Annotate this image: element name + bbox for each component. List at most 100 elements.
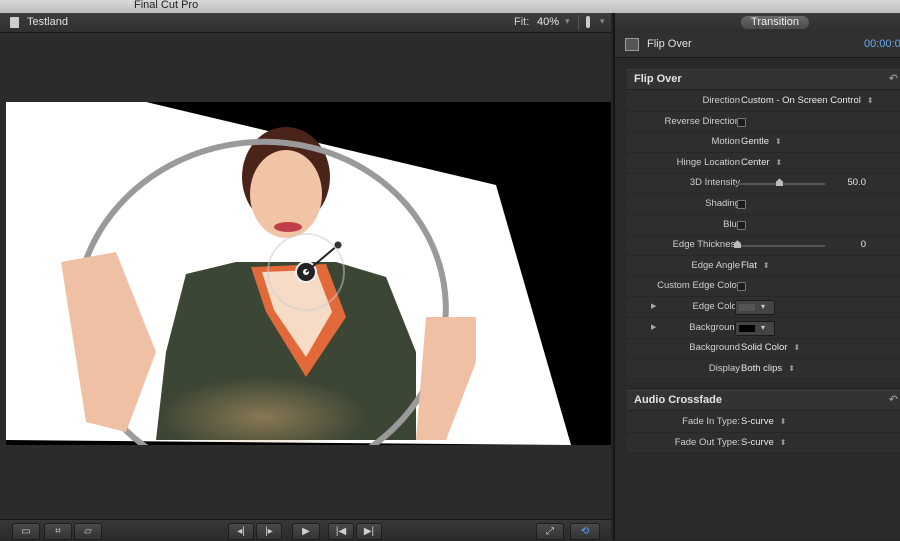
param-row-edge-color: ▶ Edge Color ▾ <box>627 297 900 318</box>
crop-icon[interactable]: ⌗ <box>44 523 72 540</box>
param-row-shading: Shading <box>627 194 900 215</box>
param-label: Direction <box>702 95 741 106</box>
param-label: 3D Intensity <box>689 177 740 189</box>
go-to-start-icon[interactable]: |◀ <box>328 523 354 540</box>
popup-value: Gentle <box>741 136 769 148</box>
popup-value: S-curve <box>741 436 774 448</box>
shading-checkbox[interactable] <box>737 200 746 209</box>
app-title: Final Cut Pro <box>134 0 199 11</box>
popup-arrows-icon: ⬍ <box>775 137 782 147</box>
video-canvas[interactable] <box>6 102 611 445</box>
param-row-reverse-direction: Reverse Direction <box>627 112 900 133</box>
next-edit-icon[interactable]: |▸ <box>256 523 282 540</box>
chevron-down-icon[interactable]: ▾ <box>761 323 765 332</box>
mouth <box>274 222 302 232</box>
color-swatch <box>739 304 755 311</box>
param-label: Background <box>689 342 740 354</box>
loop-icon[interactable]: ⟲ <box>570 523 600 540</box>
edge-thickness-slider[interactable] <box>737 245 825 248</box>
edge-color-color-well[interactable]: ▾ <box>735 300 775 315</box>
section-title: Flip Over <box>634 73 682 85</box>
play-icon[interactable]: ▶ <box>292 523 320 540</box>
section-header: Flip Over ↶ <box>627 70 900 90</box>
background-popup[interactable]: Solid Color ⬍ <box>741 342 800 353</box>
popup-arrows-icon: ⬍ <box>762 260 770 270</box>
thermometer-icon[interactable] <box>586 16 590 28</box>
fade-out-type-popup[interactable]: S-curve ⬍ <box>741 437 786 448</box>
param-label: Display <box>708 362 740 374</box>
chevron-down-icon[interactable]: ▾ <box>761 302 765 311</box>
background-color-well[interactable]: ▾ <box>735 320 775 336</box>
param-row-background: Background Solid Color ⬍ <box>627 338 900 360</box>
flip-over-section: Flip Over ↶ Direction Custom - On Screen … <box>627 69 900 382</box>
param-label: Custom Edge Color <box>657 280 740 292</box>
viewer-panel: Testland Fit: 40% ▾ ▾ ▭ ⌗ ▱ ◂| |▸ ▶ |◀ ▶… <box>0 13 611 541</box>
param-label: Hinge Location <box>676 156 740 168</box>
popup-value: Flat <box>741 259 757 271</box>
previous-edit-icon[interactable]: ◂| <box>228 523 254 540</box>
param-label: Shading <box>705 198 740 209</box>
fade-in-type-popup[interactable]: S-curve ⬍ <box>741 416 786 427</box>
param-label: Edge Thickness <box>672 239 740 251</box>
display-popup[interactable]: Both clips ⬍ <box>741 363 795 374</box>
app-title-bar: Final Cut Pro <box>0 0 900 13</box>
param-row-fade-in-type: Fade In Type: S-curve ⬍ <box>627 412 900 433</box>
param-label: Edge Color <box>692 301 740 312</box>
edge-thickness-value[interactable]: 0 <box>861 239 866 250</box>
custom-edge-color-checkbox[interactable] <box>737 282 746 292</box>
video-frame <box>6 102 571 445</box>
reverse-direction-checkbox[interactable] <box>737 117 746 127</box>
param-row-display: Display Both clips ⬍ <box>627 359 900 380</box>
popup-value: S-curve <box>741 416 774 427</box>
popup-value: Center <box>741 156 770 168</box>
param-row-motion: Motion Gentle ⬍ <box>627 132 900 154</box>
go-to-end-icon[interactable]: ▶| <box>356 523 382 540</box>
header-divider <box>578 15 579 30</box>
param-label: Fade In Type: <box>682 416 740 427</box>
reset-icon[interactable]: ↶ <box>889 72 898 85</box>
chevron-down-icon[interactable]: ▾ <box>600 16 605 27</box>
disclosure-icon[interactable]: ▶ <box>651 302 656 310</box>
effect-name: Flip Over <box>647 38 692 50</box>
param-label: Motion <box>711 136 740 148</box>
param-row-hinge-location: Hinge Location Center ⬍ <box>627 153 900 174</box>
popup-value: Custom - On Screen Control <box>741 95 861 106</box>
slider-knob[interactable] <box>776 178 783 187</box>
audio-crossfade-section: Audio Crossfade ↶ Fade In Type: S-curve ⬍ F… <box>627 390 900 454</box>
direction-popup[interactable]: Custom - On Screen Control ⬍ <box>741 95 874 106</box>
hinge-location-popup[interactable]: Center ⬍ <box>741 157 782 168</box>
param-label: Background <box>689 321 740 333</box>
distort-icon[interactable]: ▱ <box>74 523 102 540</box>
transition-icon <box>625 38 639 51</box>
viewer-header: Testland Fit: 40% ▾ ▾ <box>0 13 611 33</box>
motion-popup[interactable]: Gentle ⬍ <box>741 136 782 147</box>
param-row-3d-intensity: 3D Intensity 50.0 <box>627 173 900 195</box>
popup-arrows-icon: ⬍ <box>788 363 795 373</box>
popup-arrows-icon: ⬍ <box>779 417 787 426</box>
param-label: Fade Out Type: <box>674 436 740 448</box>
tab-transition[interactable]: Transition <box>741 16 809 29</box>
fullscreen-icon[interactable]: ⤢ <box>536 523 564 540</box>
light-glow <box>146 342 406 442</box>
edge-angle-popup[interactable]: Flat ⬍ <box>741 260 770 271</box>
color-swatch <box>739 324 755 332</box>
reset-icon[interactable]: ↶ <box>889 393 898 406</box>
popup-arrows-icon: ⬍ <box>866 96 874 105</box>
project-name: Testland <box>27 16 68 28</box>
viewer-toolbar: ▭ ⌗ ▱ ◂| |▸ ▶ |◀ ▶| ⤢ ⟲ <box>0 519 611 541</box>
inspector-header: Flip Over 00:00:0 <box>615 32 900 58</box>
popup-arrows-icon: ⬍ <box>775 157 783 167</box>
param-row-edge-angle: Edge Angle Flat ⬍ <box>627 256 900 277</box>
blur-checkbox[interactable] <box>737 220 746 230</box>
popup-arrows-icon: ⬍ <box>793 343 801 353</box>
chevron-down-icon[interactable]: ▾ <box>565 16 570 27</box>
disclosure-icon[interactable]: ▶ <box>651 323 656 331</box>
fit-zoom-popup[interactable]: 40% <box>537 16 559 28</box>
3d-intensity-value[interactable]: 50.0 <box>848 177 867 188</box>
layout-icon[interactable]: ▭ <box>12 523 40 540</box>
inspector-tab-bar: Transition <box>615 13 900 32</box>
param-row-background: ▶ Background ▾ <box>627 318 900 339</box>
popup-value: Both clips <box>741 362 783 374</box>
param-row-fade-out-type: Fade Out Type: S-curve ⬍ <box>627 433 900 454</box>
inspector-panel: Transition Flip Over 00:00:0 Flip Over ↶… <box>613 13 900 540</box>
